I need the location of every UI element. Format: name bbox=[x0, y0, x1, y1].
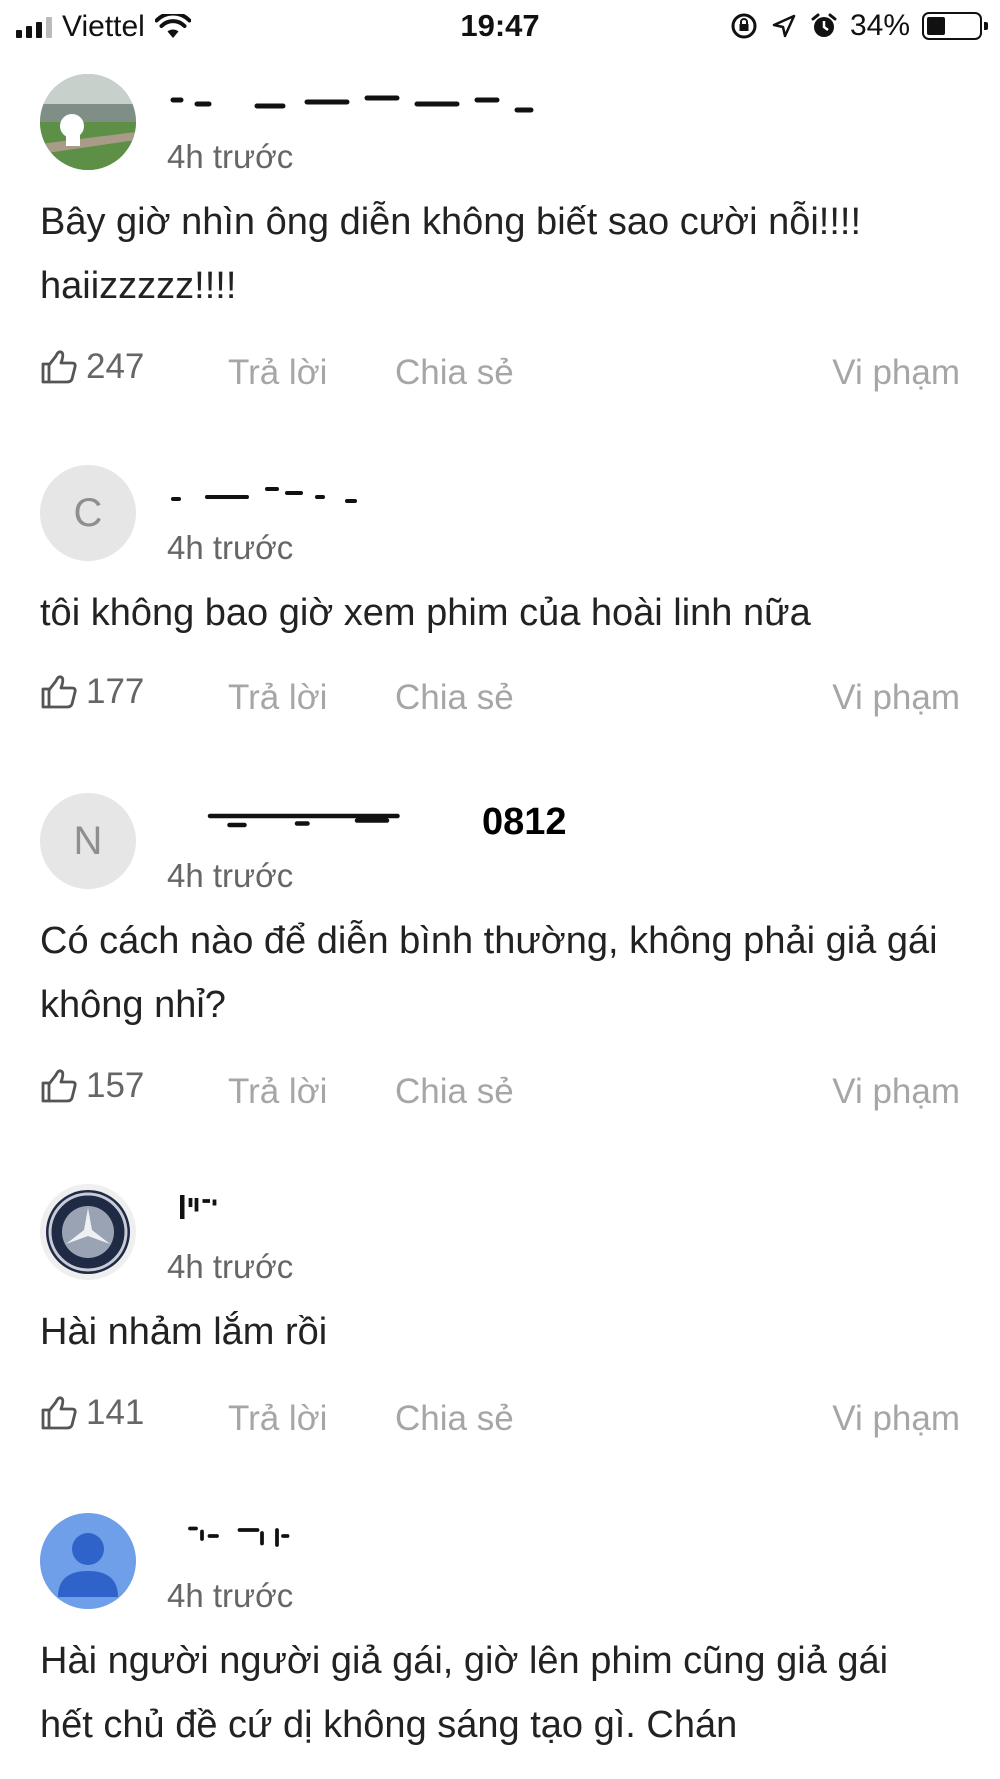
comment-time: 4h trước bbox=[167, 1577, 294, 1614]
share-button[interactable]: Chia sẻ bbox=[395, 678, 514, 718]
like-count: 177 bbox=[86, 672, 145, 711]
share-button[interactable]: Chia sẻ bbox=[395, 1072, 514, 1112]
reply-button[interactable]: Trả lời bbox=[228, 678, 327, 718]
like-count: 141 bbox=[86, 1393, 145, 1432]
comment-text: Hài người người giả gái, giờ lên phim cũ… bbox=[40, 1640, 889, 1746]
mercedes-logo-icon bbox=[46, 1190, 130, 1274]
comment-actions: 177 Trả lời Chia sẻ Vi phạm bbox=[40, 672, 960, 722]
thumbs-up-icon bbox=[41, 1396, 77, 1430]
person-icon bbox=[58, 1533, 118, 1597]
status-bar: Viettel 19:47 34% bbox=[0, 0, 1000, 56]
avatar[interactable] bbox=[40, 74, 136, 170]
share-button[interactable]: Chia sẻ bbox=[395, 1399, 514, 1439]
like-button[interactable]: 141 bbox=[40, 1393, 144, 1433]
share-button[interactable]: Chia sẻ bbox=[395, 353, 514, 393]
comment-text: tôi không bao giờ xem phim của hoài linh… bbox=[40, 592, 811, 634]
obscured-username bbox=[170, 95, 534, 113]
thumbs-up-icon bbox=[41, 1069, 77, 1103]
report-button[interactable]: Vi phạm bbox=[832, 353, 960, 393]
battery-percentage: 34% bbox=[849, 9, 910, 42]
avatar[interactable] bbox=[40, 1184, 136, 1280]
comment-time: 4h trước bbox=[167, 857, 294, 894]
obscured-username bbox=[207, 813, 400, 828]
reply-button[interactable]: Trả lời bbox=[228, 1399, 327, 1439]
like-button[interactable]: 177 bbox=[40, 672, 144, 712]
report-button[interactable]: Vi phạm bbox=[832, 1399, 960, 1439]
thumbs-up-icon bbox=[41, 675, 77, 709]
avatar-letter: N bbox=[73, 818, 103, 863]
battery-icon bbox=[922, 12, 988, 40]
rotation-lock-icon bbox=[731, 13, 757, 39]
comment-actions: 247 Trả lời Chia sẻ Vi phạm bbox=[40, 347, 960, 397]
landscape-photo bbox=[40, 74, 136, 170]
obscured-username bbox=[180, 1195, 217, 1219]
like-count: 157 bbox=[86, 1066, 145, 1105]
alarm-icon bbox=[811, 13, 837, 37]
avatar[interactable]: C bbox=[40, 465, 136, 561]
comment-text: Hài nhảm lắm rồi bbox=[40, 1311, 328, 1353]
comment-time: 4h trước bbox=[167, 138, 294, 175]
obscured-username bbox=[171, 487, 357, 503]
comment-time: 4h trước bbox=[167, 1248, 294, 1285]
avatar-letter: C bbox=[73, 490, 103, 535]
avatar[interactable]: N bbox=[40, 793, 136, 889]
reply-button[interactable]: Trả lời bbox=[228, 1072, 327, 1112]
location-arrow-icon bbox=[772, 14, 796, 38]
comment-time: 4h trước bbox=[167, 529, 294, 566]
username[interactable]: 0812 bbox=[482, 801, 567, 844]
reply-button[interactable]: Trả lời bbox=[228, 353, 327, 393]
like-button[interactable]: 157 bbox=[40, 1066, 144, 1106]
comment-text: Bây giờ nhìn ông diễn không biết sao cườ… bbox=[40, 201, 862, 307]
comment-text: Có cách nào để diễn bình thường, không p… bbox=[40, 920, 938, 1026]
report-button[interactable]: Vi phạm bbox=[832, 678, 960, 718]
thumbs-up-icon bbox=[41, 350, 77, 384]
comment-actions: 157 Trả lời Chia sẻ Vi phạm bbox=[40, 1066, 960, 1116]
like-button[interactable]: 247 bbox=[40, 347, 144, 387]
obscured-username bbox=[188, 1526, 290, 1547]
avatar[interactable] bbox=[40, 1513, 136, 1609]
like-count: 247 bbox=[86, 347, 145, 386]
report-button[interactable]: Vi phạm bbox=[832, 1072, 960, 1112]
comment-actions: 141 Trả lời Chia sẻ Vi phạm bbox=[40, 1393, 960, 1443]
